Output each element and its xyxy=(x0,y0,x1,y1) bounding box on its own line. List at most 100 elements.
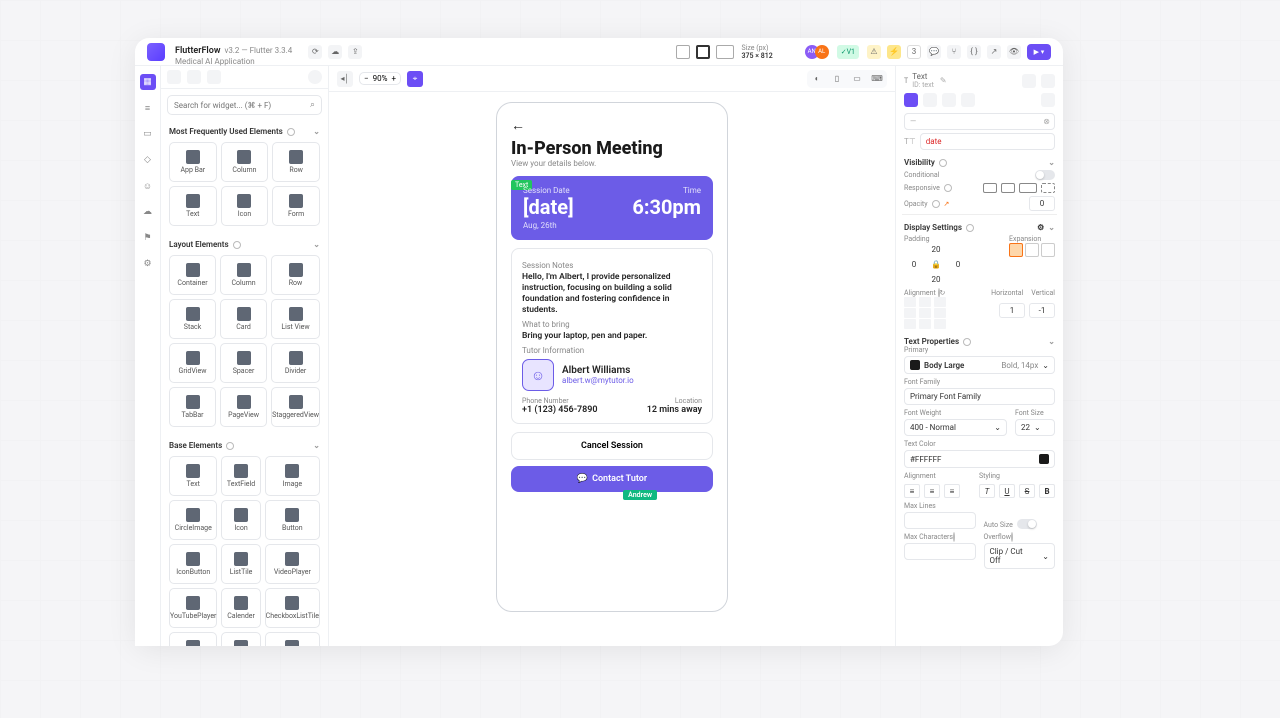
widget-text[interactable]: Text xyxy=(169,186,217,226)
widget-divider[interactable]: Divider xyxy=(271,343,320,383)
dev-keyboard-icon[interactable]: ⌨ xyxy=(869,72,885,86)
align-left-button[interactable]: ≡ xyxy=(904,484,920,498)
resp-tablet-icon[interactable] xyxy=(1001,183,1015,193)
section-layout[interactable]: Layout Elements⌄ xyxy=(161,234,328,253)
expansion-opt-3[interactable] xyxy=(1041,243,1055,257)
chevron-down-icon[interactable]: ⌄ xyxy=(1048,223,1055,232)
widget-spacer[interactable]: Spacer xyxy=(220,343,267,383)
padding-editor[interactable]: 20 0🔒0 20 xyxy=(904,243,968,286)
rail-settings-icon[interactable]: ⚙ xyxy=(140,256,156,272)
prop-tab-3[interactable] xyxy=(942,93,956,107)
branch-icon[interactable]: ⑂ xyxy=(947,45,961,59)
edit-icon[interactable]: ✎ xyxy=(940,76,947,85)
rail-widgets-icon[interactable]: ▦ xyxy=(140,74,156,90)
contact-tutor-button[interactable]: 💬 Contact Tutor Andrew xyxy=(511,466,713,492)
panel-icon-2[interactable] xyxy=(187,70,201,84)
back-arrow-icon[interactable]: ← xyxy=(511,117,713,134)
widget-calender[interactable]: Calender xyxy=(221,588,260,628)
rail-cloud-icon[interactable]: ☁ xyxy=(140,204,156,220)
strike-button[interactable]: S xyxy=(1019,484,1035,498)
cancel-session-button[interactable]: Cancel Session xyxy=(511,432,713,460)
warning-icon[interactable]: ⚠ xyxy=(867,45,881,59)
widget-image[interactable]: Image xyxy=(265,456,320,496)
prop-tab-1[interactable] xyxy=(904,93,918,107)
widget-container[interactable]: Container xyxy=(169,255,216,295)
italic-button[interactable]: T xyxy=(979,484,995,498)
max-lines-input[interactable] xyxy=(904,512,976,529)
text-value-input[interactable]: date xyxy=(920,133,1055,150)
widget-videoplayer[interactable]: VideoPlayer xyxy=(265,544,320,584)
widget-stack[interactable]: Stack xyxy=(169,299,216,339)
dev-phone-icon[interactable]: ▯ xyxy=(829,72,845,86)
widget-column[interactable]: Column xyxy=(221,142,269,182)
widget-circleimage[interactable]: CircleImage xyxy=(169,500,217,540)
widget-card[interactable]: Card xyxy=(220,299,267,339)
chevron-down-icon[interactable]: ⌄ xyxy=(1048,158,1055,167)
section-base[interactable]: Base Elements⌄ xyxy=(161,435,328,454)
resp-mobile-icon[interactable] xyxy=(983,183,997,193)
zoom-out-button[interactable]: − xyxy=(364,74,369,83)
tutor-email[interactable]: albert.w@mytutor.io xyxy=(562,376,634,385)
widget-text[interactable]: Text xyxy=(169,456,217,496)
resp-desktop-icon[interactable] xyxy=(1019,183,1037,193)
canvas[interactable]: ◂│ − 90% + ⌖ ◐ ▯ ▭ ⌨ ← In-Person Meeting… xyxy=(329,66,895,646)
horizontal-input[interactable]: 1 xyxy=(999,303,1025,318)
font-weight-select[interactable]: 400 - Normal⌄ xyxy=(904,419,1007,436)
widget-row[interactable]: Row xyxy=(272,142,320,182)
open-icon[interactable]: ↗ xyxy=(987,45,1001,59)
date-value[interactable]: [date] xyxy=(523,195,574,219)
widget-icon[interactable]: Icon xyxy=(221,500,260,540)
widget-icon[interactable]: Icon xyxy=(221,186,269,226)
conditional-toggle[interactable] xyxy=(1035,170,1055,180)
chevron-down-icon[interactable]: ⌄ xyxy=(1048,337,1055,346)
widget-list-view[interactable]: List View xyxy=(271,299,320,339)
rail-list-icon[interactable]: ≡ xyxy=(140,100,156,116)
align-center-button[interactable]: ≡ xyxy=(924,484,940,498)
eye-icon[interactable]: 👁 xyxy=(1007,45,1021,59)
search-input[interactable] xyxy=(174,101,306,110)
align-right-button[interactable]: ≡ xyxy=(944,484,960,498)
opacity-input[interactable]: 0 xyxy=(1029,196,1055,211)
rail-page-icon[interactable]: ▭ xyxy=(140,126,156,142)
settings-icon[interactable]: ⚙ xyxy=(1037,223,1044,232)
version-badge[interactable]: ✓ V1 xyxy=(837,45,859,59)
prop-tab-link-icon[interactable] xyxy=(1022,74,1036,88)
prop-tab-settings-icon[interactable] xyxy=(1041,74,1055,88)
panel-icon-3[interactable] xyxy=(207,70,221,84)
max-chars-input[interactable] xyxy=(904,543,976,560)
font-family-select[interactable]: Primary Font Family xyxy=(904,388,1055,405)
overflow-select[interactable]: Clip / Cut Off⌄ xyxy=(984,543,1056,569)
widget-pageview[interactable]: PageView xyxy=(220,387,267,427)
cloud-icon[interactable]: ☁ xyxy=(328,45,342,59)
text-color-input[interactable]: #FFFFFF xyxy=(904,450,1055,468)
rail-data-icon[interactable]: ◇ xyxy=(140,152,156,168)
export-icon[interactable]: ⇪ xyxy=(348,45,362,59)
device-tablet-icon[interactable] xyxy=(696,45,710,59)
widget-audioplayer[interactable]: AudioPlayer xyxy=(265,632,320,646)
widget-row[interactable]: Row xyxy=(271,255,320,295)
widget-youtubeplayer[interactable]: YouTubePlayer xyxy=(169,588,217,628)
expansion-opt-2[interactable] xyxy=(1025,243,1039,257)
widget-form[interactable]: Form xyxy=(272,186,320,226)
back-button[interactable]: ◂│ xyxy=(337,71,353,87)
zoom-in-button[interactable]: + xyxy=(391,74,396,83)
dark-mode-icon[interactable]: ◐ xyxy=(809,72,825,86)
prop-tab-2[interactable] xyxy=(923,93,937,107)
text-style-select[interactable]: Body LargeBold, 14px⌄ xyxy=(904,356,1055,374)
widget-staggeredview[interactable]: StaggeredView xyxy=(271,387,320,427)
font-size-input[interactable]: 22⌄ xyxy=(1015,419,1055,436)
widget-iconbutton[interactable]: IconButton xyxy=(169,544,217,584)
bold-button[interactable]: B xyxy=(1039,484,1055,498)
panel-info-icon[interactable] xyxy=(308,70,322,84)
widget-button[interactable]: Button xyxy=(265,500,320,540)
target-button[interactable]: ⌖ xyxy=(407,71,423,87)
clear-icon[interactable]: ⊗ xyxy=(1043,117,1050,126)
rail-flag-icon[interactable]: ⚑ xyxy=(140,230,156,246)
device-mobile-icon[interactable] xyxy=(676,45,690,59)
widget-gridview[interactable]: GridView xyxy=(169,343,216,383)
history-icon[interactable]: ⟳ xyxy=(308,45,322,59)
widget-column[interactable]: Column xyxy=(220,255,267,295)
resp-custom-icon[interactable] xyxy=(1041,183,1055,193)
vertical-input[interactable]: -1 xyxy=(1029,303,1055,318)
widget-checkboxlisttile[interactable]: CheckboxListTile xyxy=(265,588,320,628)
